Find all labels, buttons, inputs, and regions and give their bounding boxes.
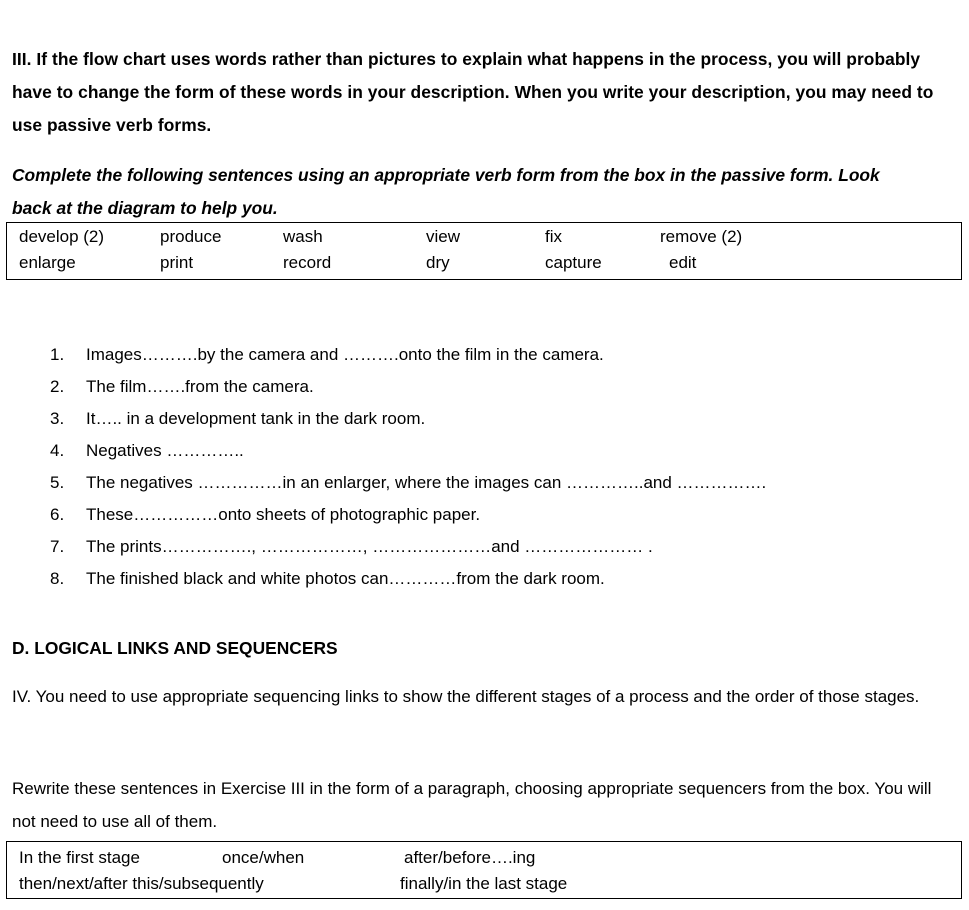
list-item-number: 1. (50, 345, 65, 364)
list-item-text: Images……….by the camera and ……….onto the… (86, 345, 604, 364)
paragraph-iv: IV. You need to use appropriate sequenci… (12, 687, 920, 706)
verb-word-capture: capture (545, 253, 602, 272)
verb-word-view: view (426, 227, 461, 246)
verb-word-remove: remove (2) (660, 227, 743, 246)
sequencer-once-when: once/when (222, 848, 305, 867)
sequencer-box-row-2: then/next/after this/subsequently finall… (7, 870, 961, 898)
list-item-text: The negatives ……………in an enlarger, where… (86, 473, 767, 492)
sequencer-then-next-after-this: then/next/after this/subsequently (19, 874, 264, 893)
list-item-text: The prints……………., ………………, …………………and ………… (86, 537, 653, 556)
section-heading-logical-links: D. LOGICAL LINKS AND SEQUENCERS (12, 638, 338, 659)
list-item: 7. The prints……………., ………………, …………………and … (50, 531, 940, 563)
sequencer-word-box: In the first stage once/when after/befor… (6, 841, 962, 899)
list-item: 8. The finished black and white photos c… (50, 563, 940, 595)
verb-word-produce: produce (160, 227, 222, 246)
list-item-number: 2. (50, 377, 65, 396)
list-item-text: The film…….from the camera. (86, 377, 314, 396)
paragraph-rewrite-instruction: Rewrite these sentences in Exercise III … (12, 779, 932, 831)
verb-word-box: develop (2) produce wash view fix remove… (6, 222, 962, 280)
list-item: 1. Images……….by the camera and ……….onto … (50, 339, 940, 371)
list-item: 6. These……………onto sheets of photographic… (50, 499, 940, 531)
verb-word-edit: edit (669, 253, 697, 272)
verb-word-box-row-1: develop (2) produce wash view fix remove… (7, 223, 961, 251)
verb-word-box-row-2: enlarge print record dry capture edit (7, 249, 961, 277)
verb-word-develop: develop (2) (19, 227, 105, 246)
list-item: 3. It….. in a development tank in the da… (50, 403, 940, 435)
sequencer-in-the-first-stage: In the first stage (19, 848, 140, 867)
verb-word-dry: dry (426, 253, 450, 272)
verb-word-record: record (283, 253, 332, 272)
sequencer-box-row-1: In the first stage once/when after/befor… (7, 844, 961, 872)
verb-word-print: print (160, 253, 194, 272)
list-item-number: 7. (50, 537, 65, 556)
intro-paragraph: III. If the flow chart uses words rather… (12, 49, 934, 136)
list-item-number: 6. (50, 505, 65, 524)
list-item: 5. The negatives ……………in an enlarger, wh… (50, 467, 940, 499)
list-item-number: 5. (50, 473, 65, 492)
worksheet-page: III. If the flow chart uses words rather… (0, 0, 969, 910)
verb-word-fix: fix (545, 227, 562, 246)
list-item-number: 4. (50, 441, 65, 460)
exercise-item-list: 1. Images……….by the camera and ……….onto … (50, 339, 940, 595)
verb-word-wash: wash (283, 227, 323, 246)
list-item-number: 8. (50, 569, 65, 588)
list-item-text: Negatives ………….. (86, 441, 244, 460)
list-item-number: 3. (50, 409, 65, 428)
list-item: 2. The film…….from the camera. (50, 371, 940, 403)
list-item-text: The finished black and white photos can…… (86, 569, 605, 588)
sequencer-after-before-ing: after/before….ing (404, 848, 536, 867)
list-item-text: It….. in a development tank in the dark … (86, 409, 426, 428)
list-item: 4. Negatives ………….. (50, 435, 940, 467)
list-item-text: These……………onto sheets of photographic pa… (86, 505, 481, 524)
exercise-instruction: Complete the following sentences using a… (12, 165, 880, 219)
verb-word-enlarge: enlarge (19, 253, 76, 272)
sequencer-finally-last-stage: finally/in the last stage (400, 874, 568, 893)
